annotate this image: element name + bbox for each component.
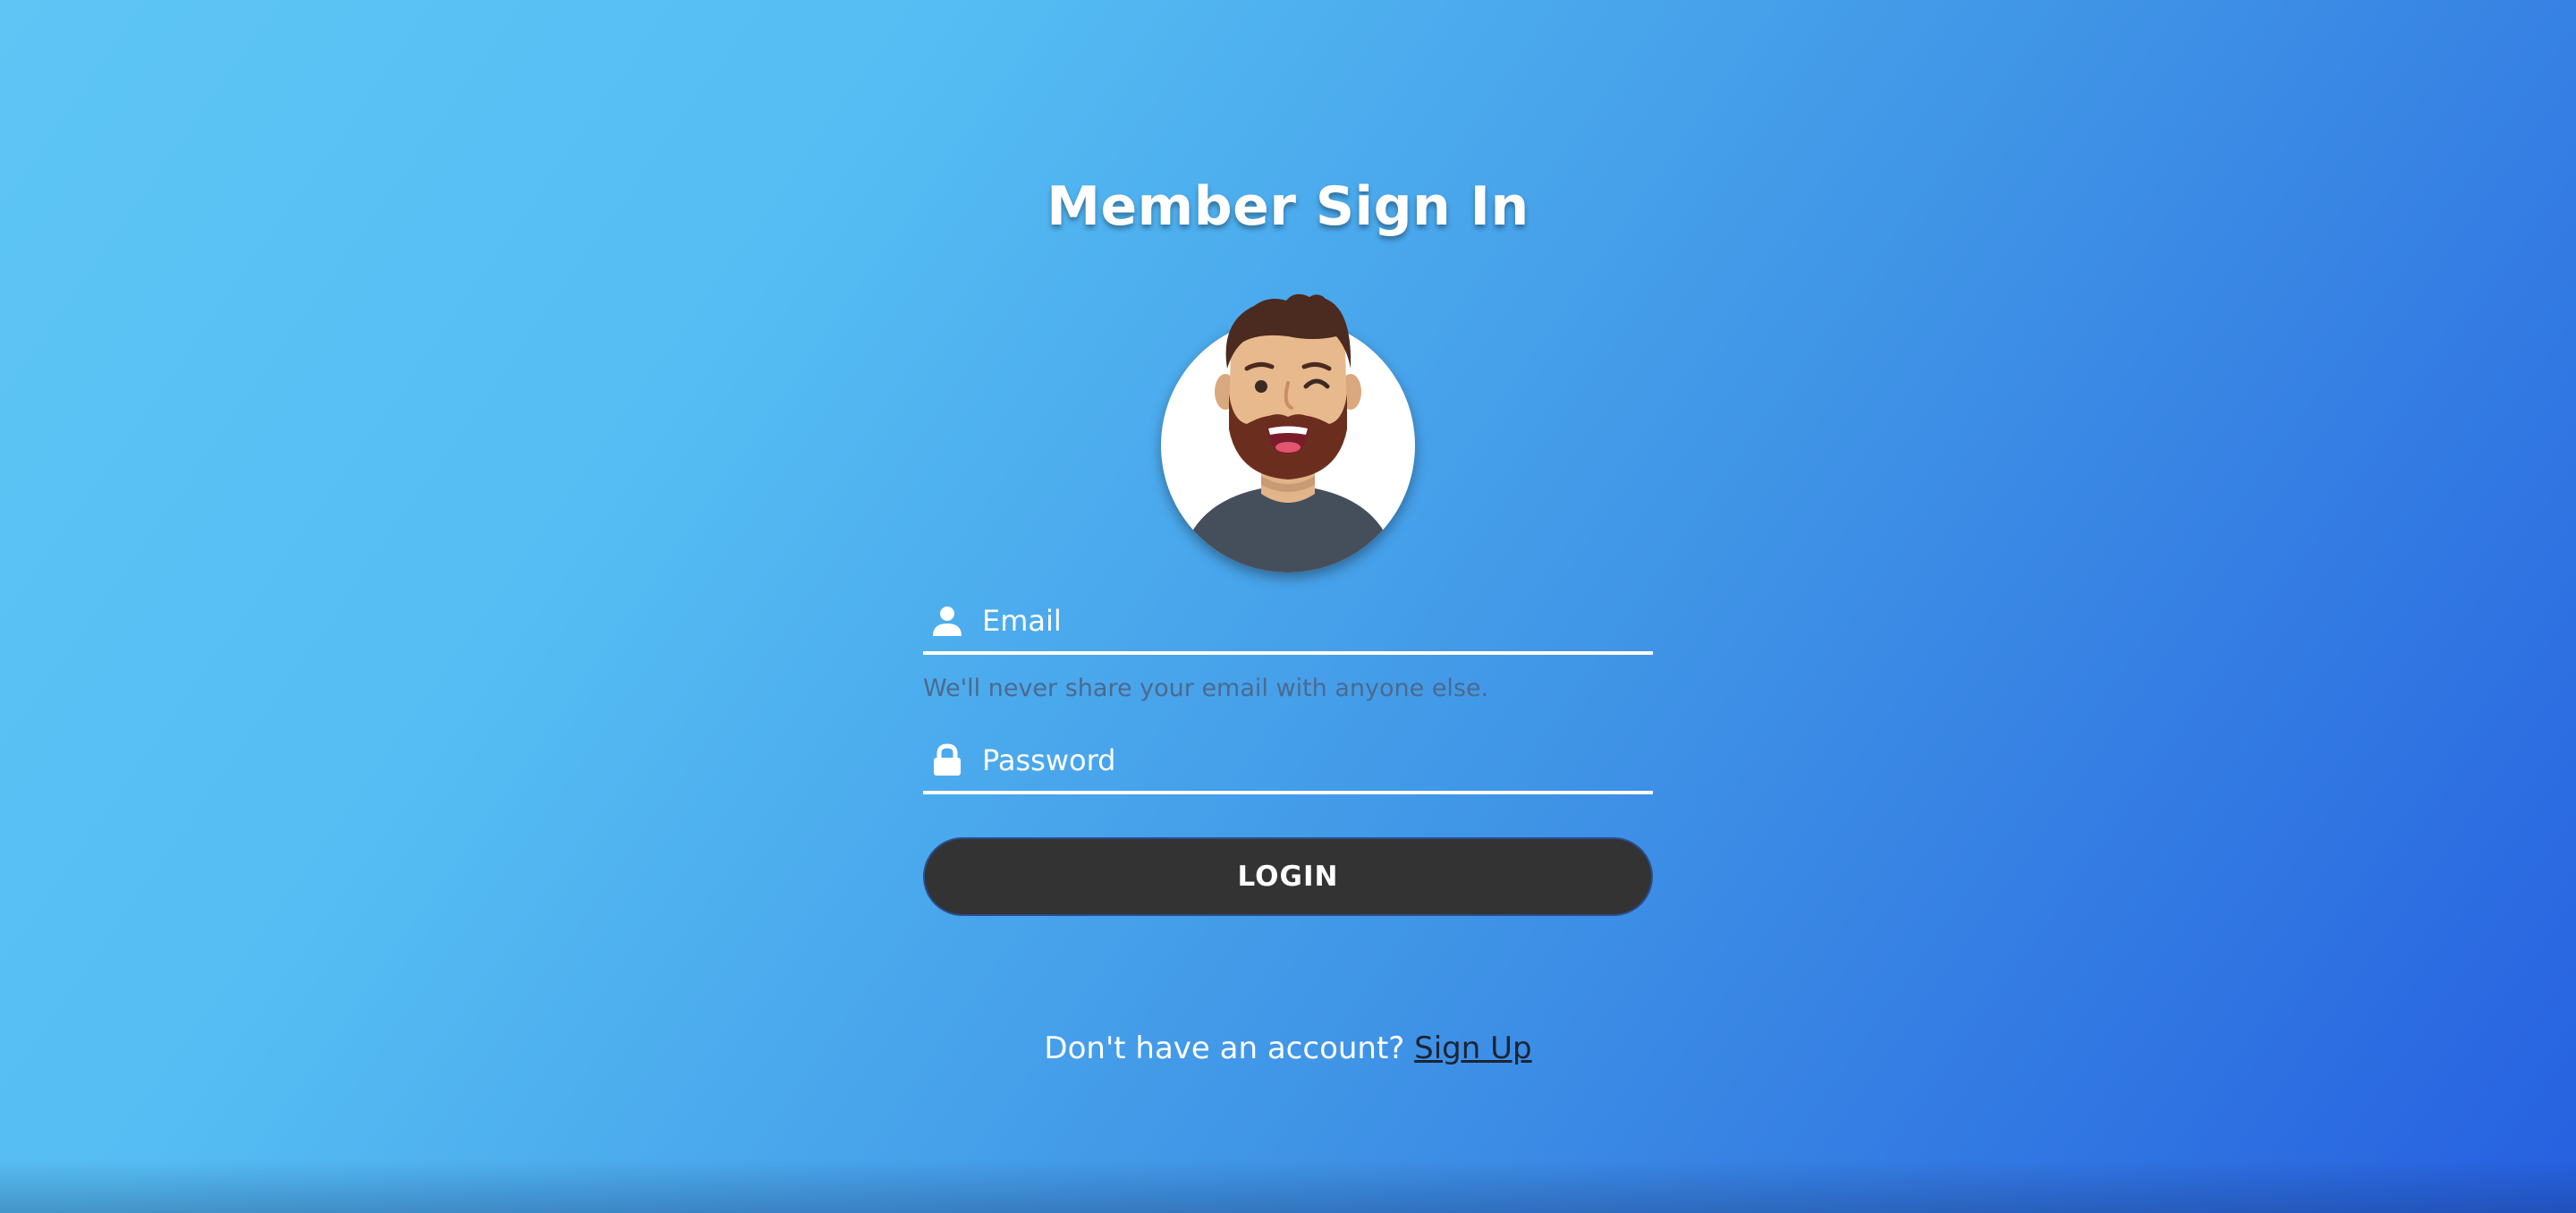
email-field xyxy=(923,590,1653,655)
password-field xyxy=(923,730,1653,794)
page-title: Member Sign In xyxy=(1046,175,1530,238)
bottom-shadow xyxy=(0,1159,2576,1213)
email-input[interactable] xyxy=(982,604,1653,638)
signup-prompt: Don't have an account? Sign Up xyxy=(0,1031,2576,1066)
signup-prompt-text: Don't have an account? xyxy=(1044,1031,1405,1066)
password-input[interactable] xyxy=(982,743,1653,777)
signup-link[interactable]: Sign Up xyxy=(1414,1031,1531,1066)
avatar xyxy=(1179,293,1397,573)
email-hint: We'll never share your email with anyone… xyxy=(923,674,1489,702)
user-icon xyxy=(933,606,962,636)
lock-icon xyxy=(934,743,961,776)
login-button[interactable]: LOGIN xyxy=(923,837,1653,916)
